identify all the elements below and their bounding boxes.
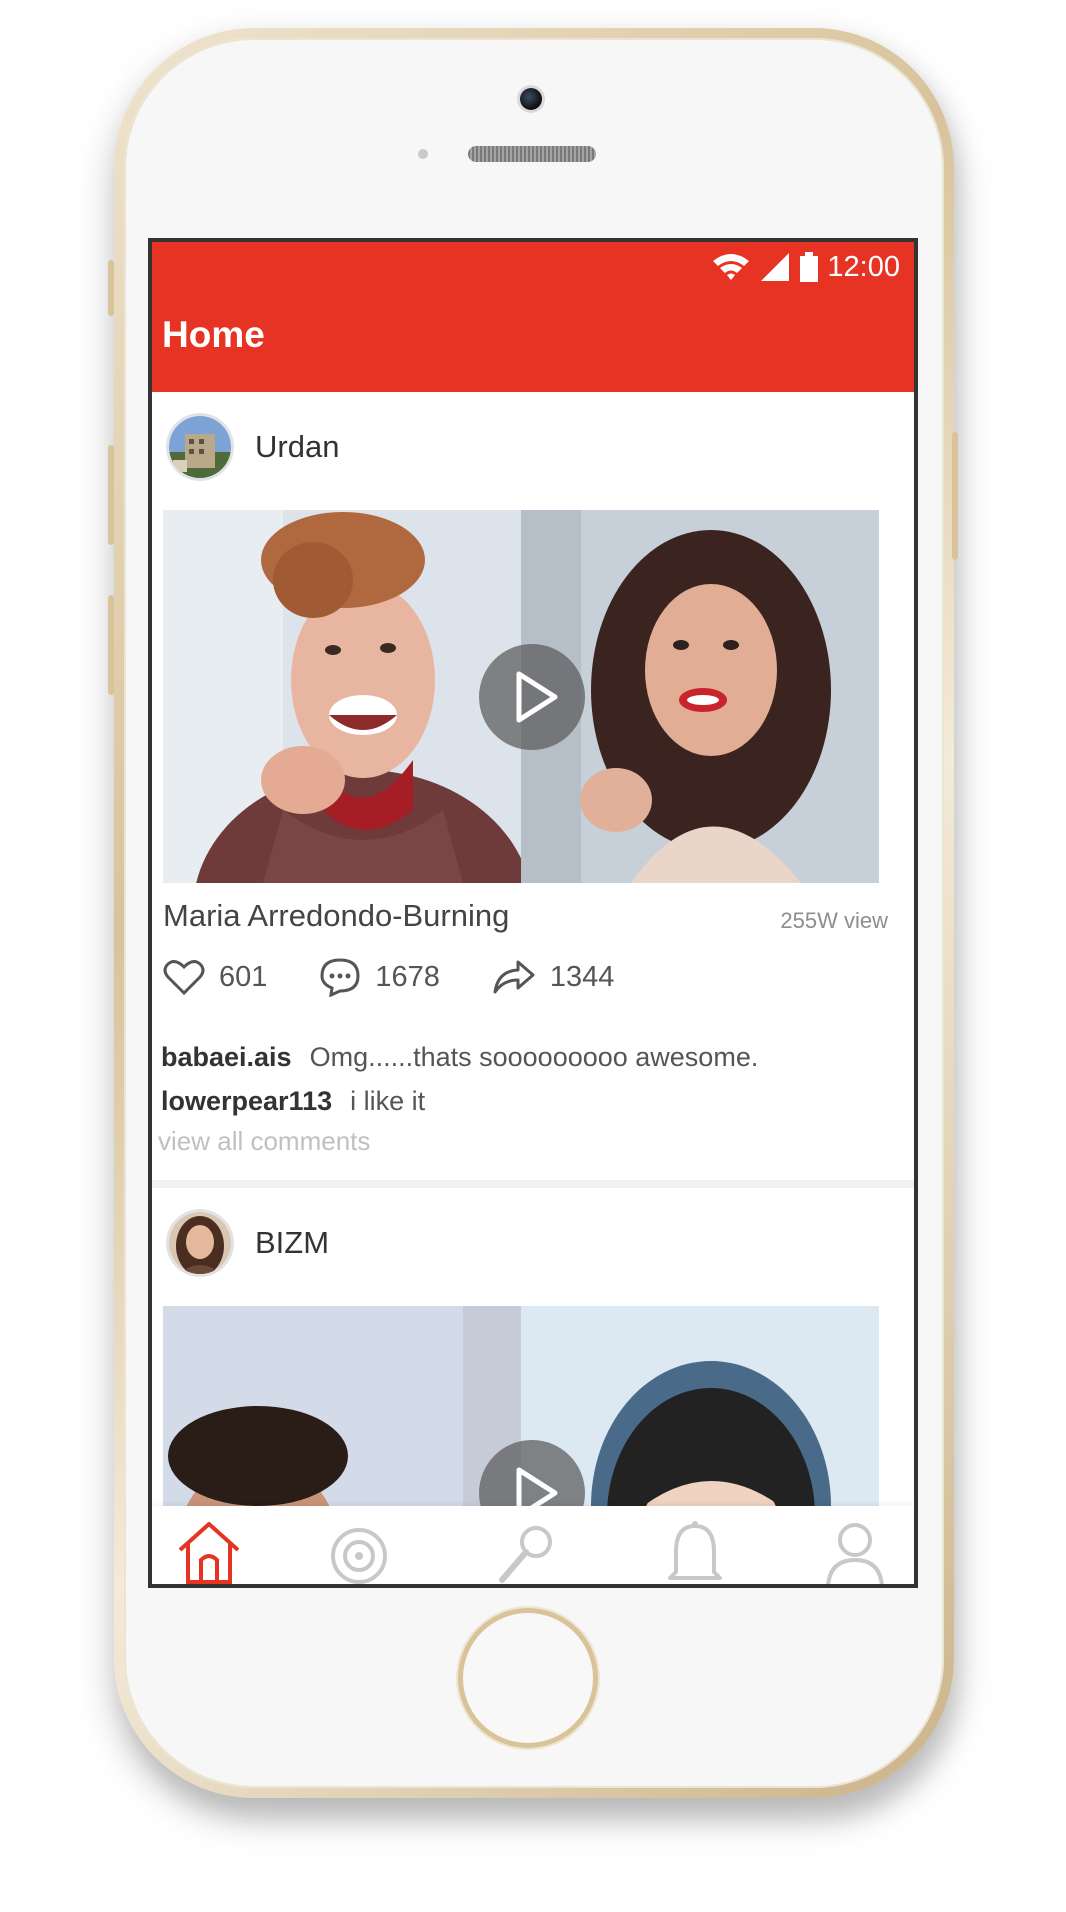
post-actions: 601 1678 1344: [163, 954, 666, 1000]
status-icons: 12:00: [711, 250, 900, 284]
home-hardware-button[interactable]: [463, 1613, 593, 1743]
view-count: 255W view: [780, 908, 888, 933]
comment-username[interactable]: lowerpear113: [161, 1086, 332, 1116]
like-count: 601: [219, 960, 268, 993]
tab-sing[interactable]: [490, 1516, 560, 1584]
app-screen: 12:00 Home Urdan Maria Arredondo-Burning…: [152, 242, 914, 1584]
heart-icon: [163, 960, 205, 996]
volume-up-button: [108, 445, 114, 545]
comment-item: babaei.ais Omg......thats sooooooooo awes…: [161, 1042, 758, 1073]
bottom-tab-bar: [152, 1506, 914, 1584]
comment-button[interactable]: 1678: [319, 957, 440, 997]
discover-icon: [331, 1528, 387, 1584]
share-button[interactable]: 1344: [492, 958, 615, 996]
feed-post: Urdan Maria Arredondo-Burning 255W view …: [152, 392, 914, 1188]
tab-profile[interactable]: [820, 1516, 890, 1584]
post-divider: [152, 1180, 914, 1188]
comment-icon: [320, 958, 360, 997]
earpiece-speaker: [468, 146, 596, 162]
play-button[interactable]: [479, 644, 585, 750]
mute-switch: [108, 260, 114, 316]
bell-icon: [668, 1521, 722, 1580]
battery-icon: [800, 252, 819, 282]
view-all-comments-link[interactable]: view all comments: [158, 1126, 370, 1157]
comment-count: 1678: [375, 960, 440, 993]
video-panel-left: [163, 510, 521, 883]
comment-item: lowerpear113 i like it: [161, 1086, 425, 1117]
share-icon: [493, 960, 535, 994]
home-icon: [178, 1522, 240, 1584]
microphone-icon: [499, 1526, 552, 1583]
post-header: Urdan: [152, 392, 914, 510]
tab-home[interactable]: [174, 1516, 244, 1584]
video-thumbnail[interactable]: [163, 510, 879, 883]
signal-icon: [761, 253, 790, 281]
volume-down-button: [108, 595, 114, 695]
status-bar: 12:00: [152, 242, 914, 292]
comment-text: Omg......thats sooooooooo awesome.: [309, 1042, 759, 1072]
post-author[interactable]: Urdan: [255, 429, 339, 465]
tab-notifications[interactable]: [660, 1516, 730, 1584]
feed[interactable]: Urdan Maria Arredondo-Burning 255W view …: [152, 392, 914, 1584]
comment-username[interactable]: babaei.ais: [161, 1042, 292, 1072]
wifi-icon: [713, 254, 750, 280]
post-header: BIZM: [152, 1188, 914, 1306]
video-title[interactable]: Maria Arredondo-Burning: [163, 898, 509, 934]
profile-icon: [826, 1523, 884, 1584]
avatar[interactable]: [169, 416, 231, 478]
power-button: [952, 432, 958, 560]
like-button[interactable]: 601: [163, 958, 267, 996]
status-time: 12:00: [827, 251, 900, 283]
share-count: 1344: [549, 960, 615, 993]
app-bar: Home: [152, 292, 914, 392]
avatar[interactable]: [169, 1212, 231, 1274]
page-title: Home: [162, 314, 265, 355]
tab-discover[interactable]: [324, 1516, 394, 1584]
front-camera: [520, 88, 542, 110]
post-author[interactable]: BIZM: [255, 1225, 329, 1261]
play-icon: [516, 671, 558, 723]
comment-text: i like it: [350, 1086, 426, 1116]
proximity-sensor: [418, 149, 428, 159]
